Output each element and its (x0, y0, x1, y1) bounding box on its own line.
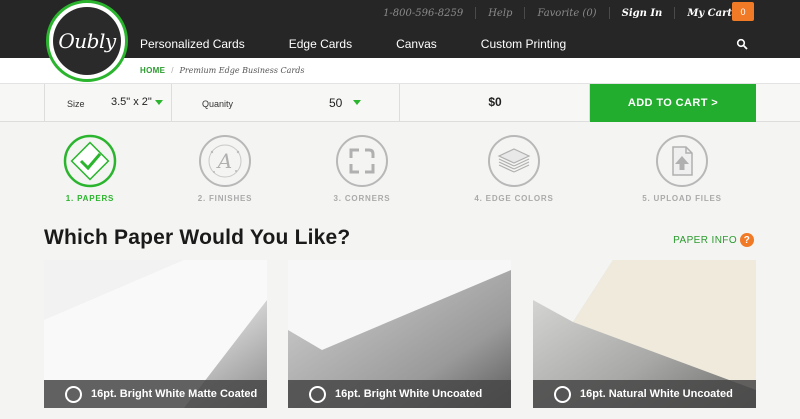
price-display: $0 (400, 84, 590, 122)
step-upload-files[interactable]: 5. UPLOAD FILES (612, 134, 752, 203)
price-value: $0 (488, 95, 502, 109)
divider (674, 7, 676, 19)
svg-text:A: A (216, 149, 232, 173)
size-selector[interactable]: Size 3.5" x 2" (44, 84, 172, 122)
papers-icon (63, 134, 117, 188)
paper-info-link[interactable]: PAPER INFO ? (673, 233, 754, 247)
finishes-icon: A (199, 135, 251, 187)
cart-count-badge[interactable]: 0 (732, 2, 754, 21)
size-label: Size (67, 99, 85, 109)
paper-option-label: 16pt. Bright White Uncoated (335, 388, 483, 400)
upload-files-icon (656, 135, 708, 187)
radio-button[interactable] (554, 385, 571, 403)
divider (608, 7, 610, 19)
help-link[interactable]: Help (488, 8, 512, 19)
logo-text: Oubly (58, 29, 116, 53)
paper-option-label: 16pt. Bright White Matte Coated (91, 388, 258, 400)
paper-option-footer[interactable]: 16pt. Bright White Uncoated (288, 380, 511, 408)
paper-option-footer[interactable]: 16pt. Bright White Matte Coated (44, 380, 267, 408)
divider (475, 7, 477, 19)
step-label: 3. CORNERS (333, 194, 391, 203)
help-icon[interactable]: ? (740, 233, 754, 247)
quantity-value[interactable]: 50 (329, 96, 342, 110)
chevron-down-icon[interactable] (353, 100, 361, 105)
nav-edge-cards[interactable]: Edge Cards (289, 37, 352, 51)
customization-steps: 1. PAPERS A 2. FINISHES 3. CORNERS 4. ED… (44, 134, 756, 206)
main-nav: Personalized Cards Edge Cards Canvas Cus… (140, 37, 610, 51)
nav-custom-printing[interactable]: Custom Printing (481, 37, 566, 51)
breadcrumb-current: Premium Edge Business Cards (179, 66, 305, 75)
search-icon[interactable] (736, 38, 748, 50)
step-label: 4. EDGE COLORS (474, 194, 554, 203)
paper-option-card[interactable]: 16pt. Natural White Uncoated (533, 260, 756, 408)
site-logo[interactable]: Oubly (46, 0, 128, 82)
corners-icon (336, 135, 388, 187)
paper-option-footer[interactable]: 16pt. Natural White Uncoated (533, 380, 756, 408)
divider (524, 7, 526, 19)
my-cart-link[interactable]: My Cart (687, 8, 732, 19)
step-papers[interactable]: 1. PAPERS (20, 134, 160, 203)
paper-info-label[interactable]: PAPER INFO (673, 235, 737, 246)
size-value[interactable]: 3.5" x 2" (111, 96, 152, 108)
breadcrumb-home[interactable]: HOME (140, 66, 165, 75)
breadcrumb-separator: / (171, 66, 174, 75)
utility-nav: 1-800-596-8259 Help Favorite (0) Sign In… (383, 7, 732, 19)
step-corners[interactable]: 3. CORNERS (292, 134, 432, 203)
paper-option-label: 16pt. Natural White Uncoated (580, 388, 733, 400)
phone-number: 1-800-596-8259 (383, 7, 464, 19)
step-label: 5. UPLOAD FILES (642, 194, 722, 203)
step-label: 2. FINISHES (197, 194, 253, 203)
quantity-selector[interactable]: Quanity 50 (172, 84, 400, 122)
step-finishes[interactable]: A 2. FINISHES (155, 134, 295, 203)
logo-badge: Oubly (53, 7, 121, 75)
step-edge-colors[interactable]: 4. EDGE COLORS (444, 134, 584, 203)
edge-colors-icon (488, 135, 540, 187)
product-options-bar: Size 3.5" x 2" Quanity 50 $0 ADD TO CART… (0, 84, 800, 122)
breadcrumb: HOME / Premium Edge Business Cards (140, 66, 304, 75)
add-to-cart-button[interactable]: ADD TO CART > (590, 84, 756, 122)
nav-canvas[interactable]: Canvas (396, 37, 437, 51)
step-label: 1. PAPERS (65, 194, 115, 203)
section-heading: Which Paper Would You Like? (44, 226, 351, 249)
radio-button[interactable] (65, 385, 82, 403)
sign-in-link[interactable]: Sign In (622, 8, 663, 19)
paper-option-card[interactable]: 16pt. Bright White Matte Coated (44, 260, 267, 408)
paper-option-card[interactable]: 16pt. Bright White Uncoated (288, 260, 511, 408)
favorite-link[interactable]: Favorite (0) (537, 8, 596, 19)
radio-button[interactable] (309, 385, 326, 403)
nav-personalized-cards[interactable]: Personalized Cards (140, 37, 245, 51)
quantity-label: Quanity (202, 99, 234, 109)
chevron-down-icon[interactable] (155, 100, 163, 105)
